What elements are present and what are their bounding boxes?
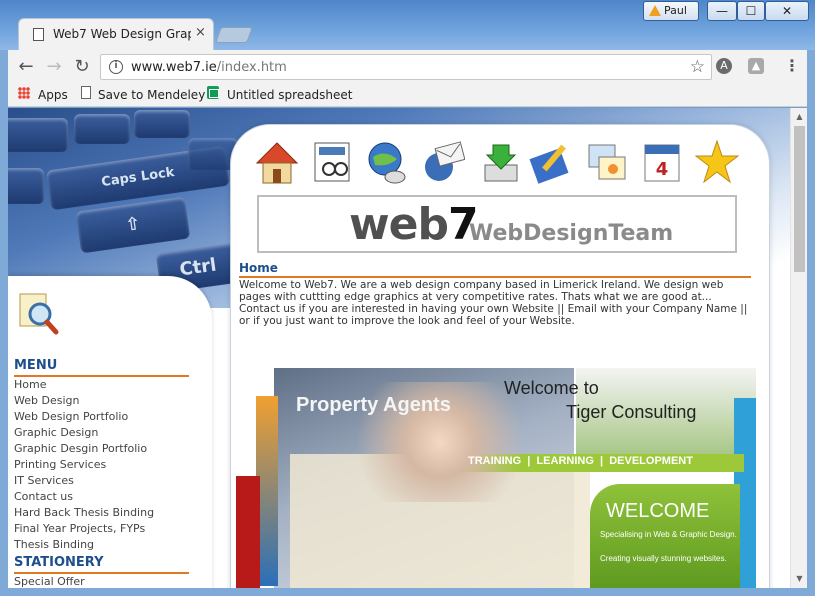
- user-name: Paul: [664, 4, 687, 17]
- stationery-list: Special Offer: [14, 574, 85, 588]
- menu-heading: MENU: [14, 358, 58, 373]
- menu-item-thesis-binding[interactable]: Thesis Binding: [14, 537, 154, 553]
- star-icon[interactable]: [695, 139, 739, 185]
- sidebar: MENU Home Web Design Web Design Portfoli…: [8, 276, 212, 588]
- apps-icon: [18, 87, 30, 99]
- warning-icon: [649, 5, 661, 16]
- adblock-extension-icon[interactable]: A: [716, 58, 732, 74]
- menu-item-web-design[interactable]: Web Design: [14, 393, 154, 409]
- bookmark-save-to-mendeley[interactable]: Save to Mendeley: [98, 86, 205, 104]
- tiger-consulting-title: Tiger Consulting: [566, 402, 697, 422]
- window-border: [807, 50, 815, 596]
- menu-item-final-year-projects[interactable]: Final Year Projects, FYPs: [14, 521, 154, 537]
- window-border: [0, 50, 8, 596]
- shift-key: ⇧: [75, 196, 191, 254]
- stationery-heading: STATIONERY: [14, 555, 104, 570]
- menu-item-it-services[interactable]: IT Services: [14, 473, 154, 489]
- scrollbar-thumb[interactable]: [794, 126, 805, 272]
- page-title: Home: [239, 261, 278, 275]
- vertical-scrollbar[interactable]: ▲ ▼: [790, 108, 807, 588]
- menu-item-graphic-design[interactable]: Graphic Design: [14, 425, 154, 441]
- page-icon: [81, 86, 91, 99]
- svg-text:4: 4: [656, 159, 669, 180]
- url-text: www.web7.ie/index.htm: [131, 60, 287, 75]
- blueprint-pencil-icon[interactable]: [529, 139, 573, 185]
- sheets-icon: [207, 86, 219, 99]
- specialising-text: Specialising in Web & Graphic Design.: [600, 530, 737, 539]
- property-agents-title: Property Agents: [296, 394, 451, 416]
- keyboard-key: [74, 114, 130, 144]
- training-learning-development: TRAINING | LEARNING | DEVELOPMENT: [468, 455, 693, 467]
- info-icon[interactable]: i: [109, 60, 123, 74]
- minimize-button[interactable]: —: [707, 1, 737, 21]
- download-icon[interactable]: [479, 139, 523, 185]
- browser-menu-icon[interactable]: ⋮: [784, 56, 800, 75]
- browser-toolbar: ← → ↻ i www.web7.ie/index.htm ☆ A ▲ ⋮ Ap…: [8, 50, 807, 107]
- tab-title: Web7 Web Design Grap: [53, 27, 191, 41]
- drive-extension-icon[interactable]: ▲: [748, 58, 764, 74]
- scroll-down-arrow-icon[interactable]: ▼: [791, 574, 808, 583]
- browser-tab[interactable]: Web7 Web Design Grap ×: [18, 18, 214, 50]
- welcome-to-text: Welcome to: [504, 378, 599, 398]
- back-arrow-icon[interactable]: ←: [14, 56, 38, 78]
- welcome-heading: WELCOME: [606, 500, 710, 522]
- home-icon[interactable]: [255, 139, 299, 185]
- menu-item-special-offer[interactable]: Special Offer: [14, 574, 85, 588]
- close-window-button[interactable]: ✕: [765, 1, 809, 21]
- scroll-up-arrow-icon[interactable]: ▲: [791, 112, 808, 121]
- globe-mouse-icon[interactable]: [365, 139, 409, 185]
- menu-item-home[interactable]: Home: [14, 377, 154, 393]
- portfolio-collage[interactable]: Property Agents Welcome to Tiger Consult…: [236, 368, 756, 588]
- creating-text: Creating visually stunning websites.: [600, 554, 727, 563]
- bookmarks-bar: Apps Save to Mendeley Untitled spreadshe…: [8, 84, 807, 106]
- logo-web-text: web7: [349, 199, 479, 250]
- calendar-icon[interactable]: 4: [641, 139, 685, 185]
- user-profile-button[interactable]: Paul: [643, 1, 699, 21]
- maximize-button[interactable]: ☐: [737, 1, 765, 21]
- picture-gallery-icon[interactable]: [585, 139, 629, 185]
- intro-paragraph: Welcome to Web7. We are a web design com…: [239, 279, 748, 327]
- new-tab-button[interactable]: [215, 27, 253, 43]
- logo-team-text: WebDesignTeam: [469, 221, 674, 246]
- keyboard-key: [134, 110, 190, 138]
- globe-email-icon[interactable]: [421, 139, 465, 185]
- site-thumbnail: [236, 476, 260, 588]
- menu-list: Home Web Design Web Design Portfolio Gra…: [14, 377, 154, 553]
- document-magnifier-icon[interactable]: [311, 139, 355, 185]
- menu-item-hard-back-thesis-binding[interactable]: Hard Back Thesis Binding: [14, 505, 154, 521]
- bookmark-star-icon[interactable]: ☆: [690, 57, 705, 77]
- menu-item-contact-us[interactable]: Contact us: [14, 489, 154, 505]
- magnifier-icon: [19, 293, 59, 335]
- bookmark-apps[interactable]: Apps: [38, 86, 68, 104]
- bookmark-untitled-spreadsheet[interactable]: Untitled spreadsheet: [227, 86, 353, 104]
- site-logo[interactable]: web7 WebDesignTeam: [257, 195, 737, 253]
- menu-item-printing-services[interactable]: Printing Services: [14, 457, 154, 473]
- keyboard-key: [8, 118, 68, 152]
- page-icon: [33, 28, 44, 41]
- menu-item-web-design-portfolio[interactable]: Web Design Portfolio: [14, 409, 154, 425]
- menu-item-graphic-design-portfolio[interactable]: Graphic Desgin Portfolio: [14, 441, 154, 457]
- divider: [239, 276, 751, 278]
- keyboard-key: [8, 168, 44, 204]
- tab-close-icon[interactable]: ×: [195, 25, 206, 40]
- window-border: [0, 588, 815, 596]
- address-bar[interactable]: i www.web7.ie/index.htm ☆: [100, 54, 712, 80]
- page-viewport: Caps Lock ⇧ Ctrl MENU Home Web Design We…: [8, 108, 790, 588]
- reload-icon[interactable]: ↻: [70, 56, 94, 78]
- forward-arrow-icon[interactable]: →: [42, 56, 66, 78]
